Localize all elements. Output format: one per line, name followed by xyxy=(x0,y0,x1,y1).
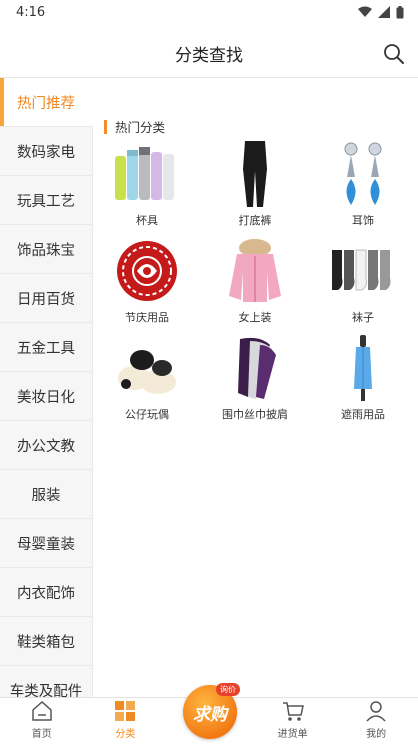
category-label: 耳饰 xyxy=(352,214,374,227)
tab-cart[interactable]: 进货单 xyxy=(251,698,335,744)
section-title-text: 热门分类 xyxy=(115,120,166,135)
category-item-plush[interactable]: 公仔玩偶 xyxy=(93,332,201,429)
section-accent-bar xyxy=(104,119,107,134)
category-item-earrings[interactable]: 耳饰 xyxy=(309,138,417,235)
sidebar-item-digital[interactable]: 数码家电 xyxy=(0,127,93,176)
category-label: 打底裤 xyxy=(238,214,272,227)
sidebar-item-daily[interactable]: 日用百货 xyxy=(0,274,93,323)
socks-icon xyxy=(327,235,399,307)
user-icon xyxy=(364,699,388,723)
promo-label: 求购 xyxy=(193,704,227,725)
category-item-rain-gear[interactable]: 遮雨用品 xyxy=(309,332,417,429)
category-item-cups[interactable]: 杯具 xyxy=(93,138,201,235)
category-item-leggings[interactable]: 打底裤 xyxy=(201,138,309,235)
category-label: 袜子 xyxy=(352,311,374,324)
sidebar-item-office[interactable]: 办公文教 xyxy=(0,421,93,470)
leggings-icon xyxy=(219,138,291,210)
sidebar-item-label: 五金工具 xyxy=(17,340,75,357)
umbrella-icon xyxy=(327,332,399,404)
category-content: 热门分类 杯具 打底裤 耳饰 节庆用品 女上装 袜子 公仔玩偶 围巾丝巾披肩 遮… xyxy=(93,78,418,697)
tab-label: 进货单 xyxy=(277,729,308,740)
sidebar-item-label: 办公文教 xyxy=(17,438,75,455)
category-icon xyxy=(113,699,137,723)
cups-icon xyxy=(111,138,183,210)
sidebar-item-underwear[interactable]: 内衣配饰 xyxy=(0,568,93,617)
sidebar-item-label: 数码家电 xyxy=(17,144,75,161)
tab-home[interactable]: 首页 xyxy=(0,698,84,744)
sidebar-item-hot[interactable]: 热门推荐 xyxy=(0,78,93,127)
category-label: 节庆用品 xyxy=(125,311,169,324)
sidebar-item-label: 饰品珠宝 xyxy=(17,242,75,259)
sidebar-item-beauty[interactable]: 美妆日化 xyxy=(0,372,93,421)
signal-icon xyxy=(378,6,390,18)
sidebar-item-label: 美妆日化 xyxy=(17,389,75,406)
sidebar-item-label: 鞋类箱包 xyxy=(17,634,75,651)
sidebar-item-label: 车类及配件 xyxy=(9,683,83,698)
sidebar-item-shoes-bags[interactable]: 鞋类箱包 xyxy=(0,617,93,666)
category-label: 女上装 xyxy=(238,311,272,324)
sidebar-item-label: 日用百货 xyxy=(17,291,75,308)
category-label: 杯具 xyxy=(136,214,158,227)
category-item-festival[interactable]: 节庆用品 xyxy=(93,235,201,332)
status-bar: 4:16 xyxy=(0,0,418,24)
category-item-socks[interactable]: 袜子 xyxy=(309,235,417,332)
category-label: 遮雨用品 xyxy=(341,408,385,421)
sidebar-item-vehicles[interactable]: 车类及配件 xyxy=(0,666,93,697)
section-title: 热门分类 xyxy=(104,117,165,136)
promo-badge: 询价 xyxy=(216,683,240,696)
cart-icon xyxy=(281,699,305,723)
tab-label: 我的 xyxy=(366,729,387,740)
status-time: 4:16 xyxy=(16,4,46,20)
status-icons xyxy=(358,5,404,19)
battery-icon xyxy=(396,5,404,18)
sidebar-item-label: 内衣配饰 xyxy=(17,585,75,602)
page-title: 分类查找 xyxy=(175,46,243,66)
category-label: 公仔玩偶 xyxy=(125,408,169,421)
category-sidebar: 热门推荐 数码家电 玩具工艺 饰品珠宝 日用百货 五金工具 美妆日化 办公文教 … xyxy=(0,78,93,697)
tab-profile[interactable]: 我的 xyxy=(334,698,418,744)
tab-label: 首页 xyxy=(31,729,52,740)
header: 分类查找 xyxy=(0,30,418,78)
category-label: 围巾丝巾披肩 xyxy=(222,408,288,421)
search-button[interactable] xyxy=(382,42,406,66)
sidebar-item-jewelry[interactable]: 饰品珠宝 xyxy=(0,225,93,274)
tab-label: 分类 xyxy=(115,729,136,740)
category-grid: 杯具 打底裤 耳饰 节庆用品 女上装 袜子 公仔玩偶 围巾丝巾披肩 遮雨用品 xyxy=(93,138,418,429)
category-item-scarves[interactable]: 围巾丝巾披肩 xyxy=(201,332,309,429)
sidebar-item-label: 玩具工艺 xyxy=(17,193,75,210)
sidebar-item-label: 母婴童装 xyxy=(17,536,75,553)
home-icon xyxy=(30,699,54,723)
scarf-icon xyxy=(219,332,291,404)
jacket-icon xyxy=(219,235,291,307)
sidebar-item-clothing[interactable]: 服装 xyxy=(0,470,93,519)
sidebar-item-toys[interactable]: 玩具工艺 xyxy=(0,176,93,225)
wifi-icon xyxy=(358,6,372,17)
search-icon xyxy=(384,44,404,64)
tab-category[interactable]: 分类 xyxy=(84,698,168,744)
plush-icon xyxy=(111,332,183,404)
sidebar-item-label: 热门推荐 xyxy=(17,95,75,112)
papercut-icon xyxy=(111,235,183,307)
earrings-icon xyxy=(327,138,399,210)
sidebar-item-label: 服装 xyxy=(31,487,61,504)
sidebar-item-baby[interactable]: 母婴童装 xyxy=(0,519,93,568)
category-item-womens-tops[interactable]: 女上装 xyxy=(201,235,309,332)
sidebar-item-hardware[interactable]: 五金工具 xyxy=(0,323,93,372)
